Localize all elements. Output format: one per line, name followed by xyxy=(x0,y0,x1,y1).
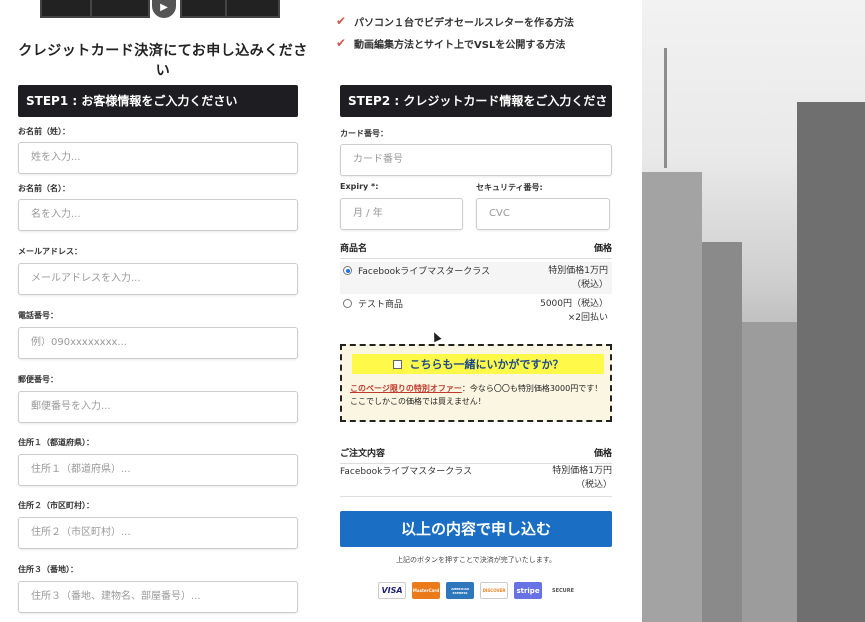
tower-spire xyxy=(664,48,667,168)
first-name-label: お名前（名）： xyxy=(18,184,70,193)
price-line: （税込） xyxy=(571,280,608,290)
card-number-label: カード番号： xyxy=(340,129,388,138)
phone-label: 電話番号： xyxy=(18,311,58,320)
product-name: Facebookライブマスタークラス xyxy=(358,267,491,277)
mouse-cursor-icon xyxy=(430,330,442,343)
cvc-input[interactable]: CVC xyxy=(476,198,610,230)
stripe-logo: stripe xyxy=(514,582,542,599)
address2-label: 住所２（市区町村）： xyxy=(18,501,94,510)
address2-input[interactable]: 住所２（市区町村）... xyxy=(18,517,298,549)
address1-input[interactable]: 住所１（都道府県）... xyxy=(18,454,298,486)
product-name: テスト商品 xyxy=(358,300,404,310)
product-name-header: 商品名 xyxy=(340,244,368,254)
building xyxy=(742,322,797,622)
product-price: 5000円（税込） ×2回払い xyxy=(540,297,608,325)
expiry-input[interactable]: 月 / 年 xyxy=(340,198,463,230)
expiry-label: Expiry *: xyxy=(340,182,379,191)
price-line: 特別価格1万円 xyxy=(552,466,612,476)
check-icon: ✔ xyxy=(336,36,347,50)
first-name-input[interactable]: 名を入力... xyxy=(18,199,298,231)
product-option[interactable]: テスト商品 5000円（税込） ×2回払い xyxy=(340,295,612,327)
visa-logo: VISA xyxy=(378,582,406,599)
last-name-label: お名前（姓）： xyxy=(18,127,70,136)
order-summary-header: ご注文内容 価格 xyxy=(340,446,612,464)
building xyxy=(797,102,865,622)
upsell-checkbox[interactable] xyxy=(392,359,402,369)
product-device-images: ▶ xyxy=(40,0,280,20)
device-screen xyxy=(90,0,150,18)
price-line: 5000円（税込） xyxy=(540,299,608,309)
submit-order-button[interactable]: 以上の内容で申し込む xyxy=(340,511,612,547)
order-price-header: 価格 xyxy=(593,449,612,459)
feature-item: ✔ パソコン１台でビデオセールスレターを作る方法 xyxy=(336,10,574,32)
mastercard-logo: MasterCard xyxy=(412,582,440,599)
phone-input[interactable]: 例）090xxxxxxxx... xyxy=(18,327,298,359)
address3-label: 住所３（番地）： xyxy=(18,565,78,574)
email-label: メールアドレス： xyxy=(18,247,82,256)
feature-text: 動画編集方法とサイト上でVSLを公開する方法 xyxy=(354,39,566,51)
product-option[interactable]: Facebookライブマスタークラス 特別価格1万円 （税込） xyxy=(340,262,612,294)
upsell-checkbox-row[interactable]: こちらも一緒にいかがですか？ xyxy=(352,354,604,374)
postal-code-input[interactable]: 郵便番号を入力... xyxy=(18,391,298,423)
radio-button[interactable] xyxy=(343,299,352,308)
upsell-description: このページ限りの特別オファー：今なら〇〇も特別価格3000円です！ここでしかこの… xyxy=(350,382,606,408)
upsell-offer-box: こちらも一緒にいかがですか？ このページ限りの特別オファー：今なら〇〇も特別価格… xyxy=(340,344,612,422)
order-item-price: 特別価格1万円 （税込） xyxy=(552,464,612,492)
submit-note: 上記のボタンを押すことで決済が完了いたします。 xyxy=(395,556,557,564)
email-input[interactable]: メールアドレスを入力... xyxy=(18,263,298,295)
discover-logo: DISCOVER xyxy=(480,582,508,599)
feature-text: パソコン１台でビデオセールスレターを作る方法 xyxy=(354,17,574,29)
city-background-image xyxy=(642,0,865,622)
secure-badge: SECURE xyxy=(548,582,578,599)
cvc-label: セキュリティ番号: xyxy=(476,183,543,192)
radio-button-selected[interactable] xyxy=(343,266,352,275)
order-name-header: ご注文内容 xyxy=(340,449,386,459)
address1-label: 住所１（都道府県）： xyxy=(18,438,94,447)
order-item-name: Facebookライブマスタークラス xyxy=(340,467,473,477)
order-summary-row: Facebookライブマスタークラス 特別価格1万円 （税込） xyxy=(340,464,612,497)
address3-input[interactable]: 住所３（番地、建物名、部屋番号）... xyxy=(18,581,298,613)
product-price: 特別価格1万円 （税込） xyxy=(548,264,608,292)
postal-code-label: 郵便番号： xyxy=(18,375,58,384)
step2-header: STEP2 : クレジットカード情報をご入力ください xyxy=(340,85,612,140)
card-number-input[interactable]: カード番号 xyxy=(340,144,612,176)
step1-header: STEP1 : お客様情報をご入力ください xyxy=(18,85,298,117)
payment-logos: VISA MasterCard AMERICAN EXPRESS DISCOVE… xyxy=(378,582,578,599)
product-option-name: Facebookライブマスタークラス xyxy=(343,264,490,292)
building xyxy=(702,242,742,622)
amex-logo: AMERICAN EXPRESS xyxy=(446,582,474,599)
feature-item: ✔ 動画編集方法とサイト上でVSLを公開する方法 xyxy=(336,32,574,54)
feature-list: ✔ パソコン１台でビデオセールスレターを作る方法 ✔ 動画編集方法とサイト上でVSL… xyxy=(336,10,574,54)
price-line: （税込） xyxy=(575,480,612,490)
building xyxy=(642,172,702,622)
product-table-header: 商品名 価格 xyxy=(340,241,612,259)
check-icon: ✔ xyxy=(336,14,347,28)
upsell-highlight: このページ限りの特別オファー xyxy=(350,384,462,393)
play-icon: ▶ xyxy=(152,0,176,18)
price-line: 特別価格1万円 xyxy=(548,266,608,276)
product-option-name: テスト商品 xyxy=(343,297,403,325)
price-header: 価格 xyxy=(593,244,612,254)
price-line: ×2回払い xyxy=(567,313,608,323)
upsell-title: こちらも一緒にいかがですか？ xyxy=(409,358,564,371)
page-title: クレジットカード決済にてお申し込みください xyxy=(18,43,308,79)
last-name-input[interactable]: 姓を入力... xyxy=(18,142,298,174)
device-screen xyxy=(225,0,280,18)
